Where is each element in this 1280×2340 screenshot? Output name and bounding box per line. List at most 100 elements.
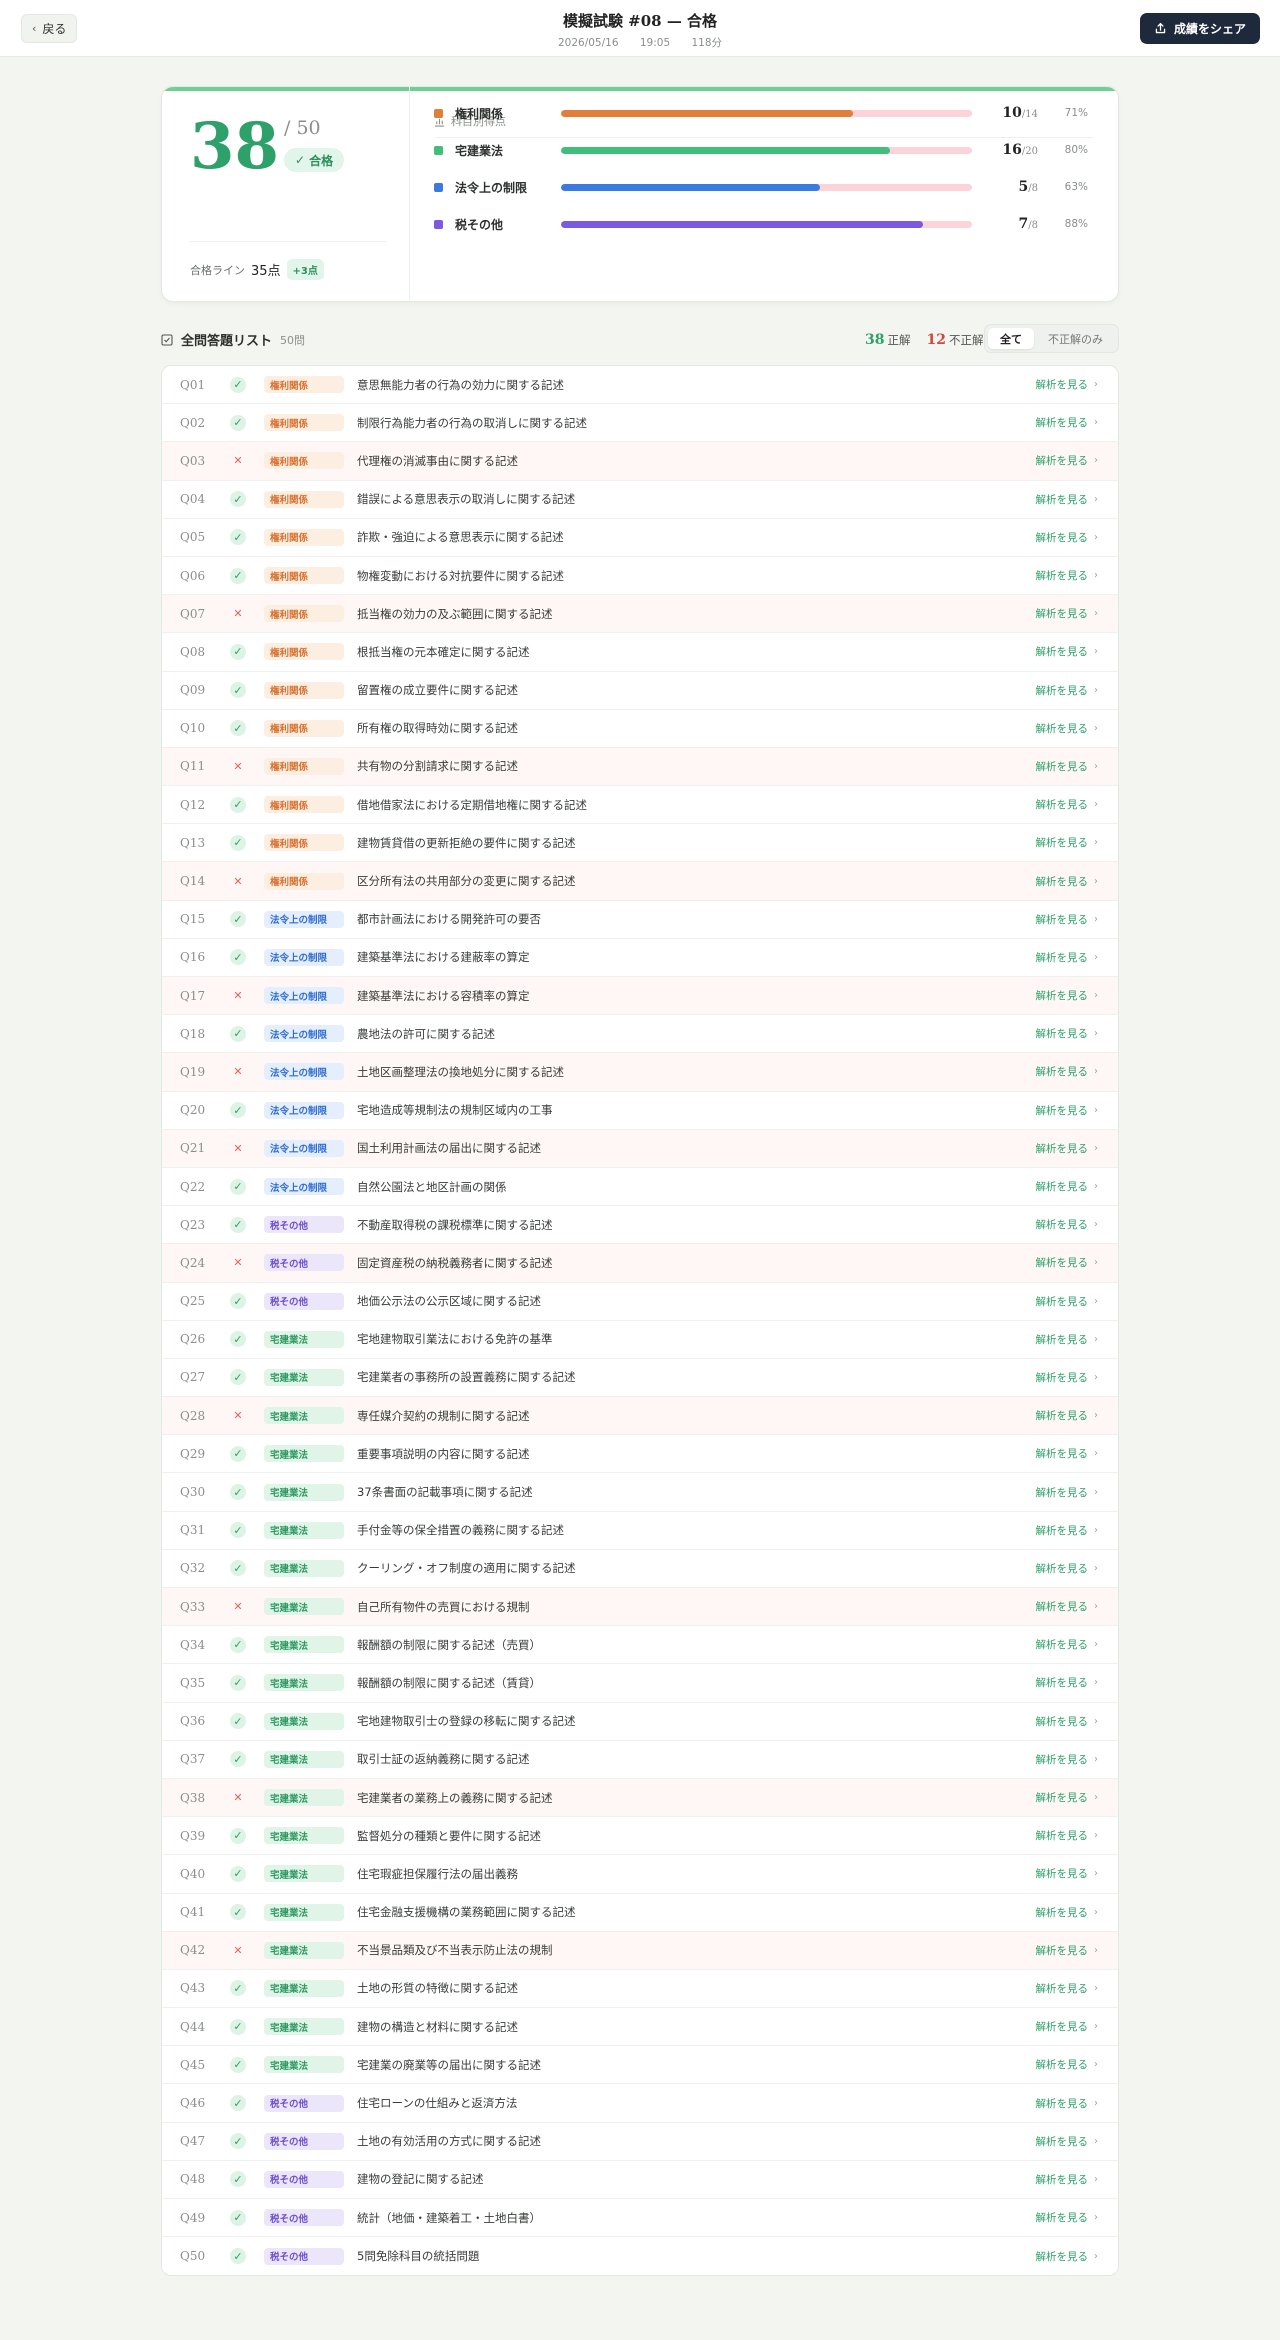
question-row[interactable]: Q24 ✕ 税その他 固定資産税の納税義務者に関する記述 解析を見る › [162,1244,1118,1283]
view-analysis-link[interactable]: 解析を見る › [1036,1370,1099,1385]
view-analysis-link[interactable]: 解析を見る › [1036,1294,1099,1309]
question-row[interactable]: Q38 ✕ 宅建業法 宅建業者の業務上の義務に関する記述 解析を見る › [162,1778,1118,1818]
view-analysis-link[interactable]: 解析を見る › [1036,2019,1099,2034]
view-analysis-link[interactable]: 解析を見る › [1036,1790,1099,1805]
view-analysis-link[interactable]: 解析を見る › [1036,492,1099,507]
question-row[interactable]: Q32 ✓ 宅建業法 クーリング・オフ制度の適用に関する記述 解析を見る › [162,1550,1118,1588]
view-analysis-link[interactable]: 解析を見る › [1036,644,1099,659]
view-analysis-link[interactable]: 解析を見る › [1036,1752,1099,1767]
question-row[interactable]: Q20 ✓ 法令上の制限 宅地造成等規制法の規制区域内の工事 解析を見る › [162,1092,1118,1130]
view-analysis-link[interactable]: 解析を見る › [1036,1255,1099,1270]
view-analysis-link[interactable]: 解析を見る › [1036,797,1099,812]
view-analysis-link[interactable]: 解析を見る › [1036,1179,1099,1194]
view-analysis-link[interactable]: 解析を見る › [1036,950,1099,965]
view-analysis-link[interactable]: 解析を見る › [1036,2210,1099,2225]
question-row[interactable]: Q35 ✓ 宅建業法 報酬額の制限に関する記述（賃貸） 解析を見る › [162,1664,1118,1703]
view-analysis-link[interactable]: 解析を見る › [1036,1064,1099,1079]
question-row[interactable]: Q39 ✓ 宅建業法 監督処分の種類と要件に関する記述 解析を見る › [162,1817,1118,1856]
question-row[interactable]: Q34 ✓ 宅建業法 報酬額の制限に関する記述（売買） 解析を見る › [162,1626,1118,1665]
view-analysis-link[interactable]: 解析を見る › [1036,2134,1099,2149]
question-row[interactable]: Q31 ✓ 宅建業法 手付金等の保全措置の義務に関する記述 解析を見る › [162,1512,1118,1550]
question-row[interactable]: Q09 ✓ 権利関係 留置権の成立要件に関する記述 解析を見る › [162,672,1118,710]
view-analysis-link[interactable]: 解析を見る › [1036,1675,1099,1690]
filter-wrong-button[interactable]: 不正解のみ [1036,328,1115,349]
question-row[interactable]: Q01 ✓ 権利関係 意思無能力者の行為の効力に関する記述 解析を見る › [162,366,1118,405]
question-row[interactable]: Q03 ✕ 権利関係 代理権の消滅事由に関する記述 解析を見る › [162,442,1118,481]
view-analysis-link[interactable]: 解析を見る › [1036,1905,1099,1920]
view-analysis-link[interactable]: 解析を見る › [1036,1828,1099,1843]
view-analysis-link[interactable]: 解析を見る › [1036,1026,1099,1041]
question-row[interactable]: Q02 ✓ 権利関係 制限行為能力者の行為の取消しに関する記述 解析を見る › [162,404,1118,443]
view-analysis-link[interactable]: 解析を見る › [1036,1943,1099,1958]
filter-all-button[interactable]: 全て [988,328,1034,349]
question-row[interactable]: Q13 ✓ 権利関係 建物賃貸借の更新拒絶の要件に関する記述 解析を見る › [162,824,1118,863]
question-row[interactable]: Q50 ✓ 税その他 5問免除科目の統括問題 解析を見る › [162,2237,1118,2275]
question-row[interactable]: Q43 ✓ 宅建業法 土地の形質の特徴に関する記述 解析を見る › [162,1970,1118,2009]
question-row[interactable]: Q21 ✕ 法令上の制限 国土利用計画法の届出に関する記述 解析を見る › [162,1129,1118,1168]
question-row[interactable]: Q36 ✓ 宅建業法 宅地建物取引士の登録の移転に関する記述 解析を見る › [162,1703,1118,1741]
question-row[interactable]: Q04 ✓ 権利関係 錯誤による意思表示の取消しに関する記述 解析を見る › [162,481,1118,519]
view-analysis-link[interactable]: 解析を見る › [1036,721,1099,736]
view-analysis-link[interactable]: 解析を見る › [1036,1217,1099,1232]
view-analysis-link[interactable]: 解析を見る › [1036,759,1099,774]
question-row[interactable]: Q41 ✓ 宅建業法 住宅金融支援機構の業務範囲に関する記述 解析を見る › [162,1894,1118,1932]
question-row[interactable]: Q30 ✓ 宅建業法 37条書面の記載事項に関する記述 解析を見る › [162,1473,1118,1512]
question-row[interactable]: Q48 ✓ 税その他 建物の登記に関する記述 解析を見る › [162,2161,1118,2199]
view-analysis-link[interactable]: 解析を見る › [1036,377,1099,392]
view-analysis-link[interactable]: 解析を見る › [1036,1561,1099,1576]
view-analysis-link[interactable]: 解析を見る › [1036,683,1099,698]
question-row[interactable]: Q28 ✕ 宅建業法 専任媒介契約の規制に関する記述 解析を見る › [162,1397,1118,1436]
view-analysis-link[interactable]: 解析を見る › [1036,1103,1099,1118]
question-row[interactable]: Q37 ✓ 宅建業法 取引士証の返納義務に関する記述 解析を見る › [162,1741,1118,1779]
question-row[interactable]: Q05 ✓ 権利関係 詐欺・強迫による意思表示に関する記述 解析を見る › [162,519,1118,557]
view-analysis-link[interactable]: 解析を見る › [1036,835,1099,850]
view-analysis-link[interactable]: 解析を見る › [1036,988,1099,1003]
share-button[interactable]: 成績をシェア [1139,13,1260,44]
question-row[interactable]: Q47 ✓ 税その他 土地の有効活用の方式に関する記述 解析を見る › [162,2123,1118,2161]
view-analysis-link[interactable]: 解析を見る › [1036,1981,1099,1996]
question-row[interactable]: Q29 ✓ 宅建業法 重要事項説明の内容に関する記述 解析を見る › [162,1435,1118,1474]
question-row[interactable]: Q23 ✓ 税その他 不動産取得税の課税標準に関する記述 解析を見る › [162,1206,1118,1245]
question-row[interactable]: Q46 ✓ 税その他 住宅ローンの仕組みと返済方法 解析を見る › [162,2084,1118,2123]
view-analysis-link[interactable]: 解析を見る › [1036,1446,1099,1461]
view-analysis-link[interactable]: 解析を見る › [1036,530,1099,545]
question-row[interactable]: Q18 ✓ 法令上の制限 農地法の許可に関する記述 解析を見る › [162,1015,1118,1054]
question-row[interactable]: Q44 ✓ 宅建業法 建物の構造と材料に関する記述 解析を見る › [162,2008,1118,2047]
question-row[interactable]: Q45 ✓ 宅建業法 宅建業の廃業等の届出に関する記述 解析を見る › [162,2046,1118,2085]
view-analysis-link[interactable]: 解析を見る › [1036,1485,1099,1500]
view-analysis-link[interactable]: 解析を見る › [1036,874,1099,889]
question-row[interactable]: Q25 ✓ 税その他 地価公示法の公示区域に関する記述 解析を見る › [162,1283,1118,1321]
view-analysis-link[interactable]: 解析を見る › [1036,1599,1099,1614]
view-analysis-link[interactable]: 解析を見る › [1036,606,1099,621]
question-row[interactable]: Q08 ✓ 権利関係 根抵当権の元本確定に関する記述 解析を見る › [162,633,1118,672]
question-row[interactable]: Q40 ✓ 宅建業法 住宅瑕疵担保履行法の届出義務 解析を見る › [162,1855,1118,1894]
question-row[interactable]: Q12 ✓ 権利関係 借地借家法における定期借地権に関する記述 解析を見る › [162,786,1118,825]
question-row[interactable]: Q33 ✕ 宅建業法 自己所有物件の売買における規制 解析を見る › [162,1588,1118,1627]
question-row[interactable]: Q27 ✓ 宅建業法 宅建業者の事務所の設置義務に関する記述 解析を見る › [162,1359,1118,1398]
view-analysis-link[interactable]: 解析を見る › [1036,1408,1099,1423]
question-row[interactable]: Q16 ✓ 法令上の制限 建築基準法における建蔽率の算定 解析を見る › [162,939,1118,977]
view-analysis-link[interactable]: 解析を見る › [1036,2172,1099,2187]
view-analysis-link[interactable]: 解析を見る › [1036,1637,1099,1652]
view-analysis-link[interactable]: 解析を見る › [1036,912,1099,927]
view-analysis-link[interactable]: 解析を見る › [1036,1866,1099,1881]
question-row[interactable]: Q06 ✓ 権利関係 物権変動における対抗要件に関する記述 解析を見る › [162,557,1118,596]
view-analysis-link[interactable]: 解析を見る › [1036,1523,1099,1538]
question-row[interactable]: Q22 ✓ 法令上の制限 自然公園法と地区計画の関係 解析を見る › [162,1168,1118,1207]
question-row[interactable]: Q19 ✕ 法令上の制限 土地区画整理法の換地処分に関する記述 解析を見る › [162,1053,1118,1092]
view-analysis-link[interactable]: 解析を見る › [1036,415,1099,430]
view-analysis-link[interactable]: 解析を見る › [1036,2249,1099,2264]
view-analysis-link[interactable]: 解析を見る › [1036,453,1099,468]
question-row[interactable]: Q11 ✕ 権利関係 共有物の分割請求に関する記述 解析を見る › [162,747,1118,787]
view-analysis-link[interactable]: 解析を見る › [1036,2096,1099,2111]
question-row[interactable]: Q07 ✕ 権利関係 抵当権の効力の及ぶ範囲に関する記述 解析を見る › [162,595,1118,634]
question-row[interactable]: Q26 ✓ 宅建業法 宅地建物取引業法における免許の基準 解析を見る › [162,1321,1118,1359]
question-row[interactable]: Q15 ✓ 法令上の制限 都市計画法における開発許可の要否 解析を見る › [162,901,1118,939]
view-analysis-link[interactable]: 解析を見る › [1036,2057,1099,2072]
view-analysis-link[interactable]: 解析を見る › [1036,568,1099,583]
question-row[interactable]: Q17 ✕ 法令上の制限 建築基準法における容積率の算定 解析を見る › [162,977,1118,1016]
question-row[interactable]: Q10 ✓ 権利関係 所有権の取得時効に関する記述 解析を見る › [162,710,1118,748]
view-analysis-link[interactable]: 解析を見る › [1036,1141,1099,1156]
question-row[interactable]: Q49 ✓ 税その他 統計（地価・建築着工・土地白書） 解析を見る › [162,2199,1118,2238]
view-analysis-link[interactable]: 解析を見る › [1036,1332,1099,1347]
